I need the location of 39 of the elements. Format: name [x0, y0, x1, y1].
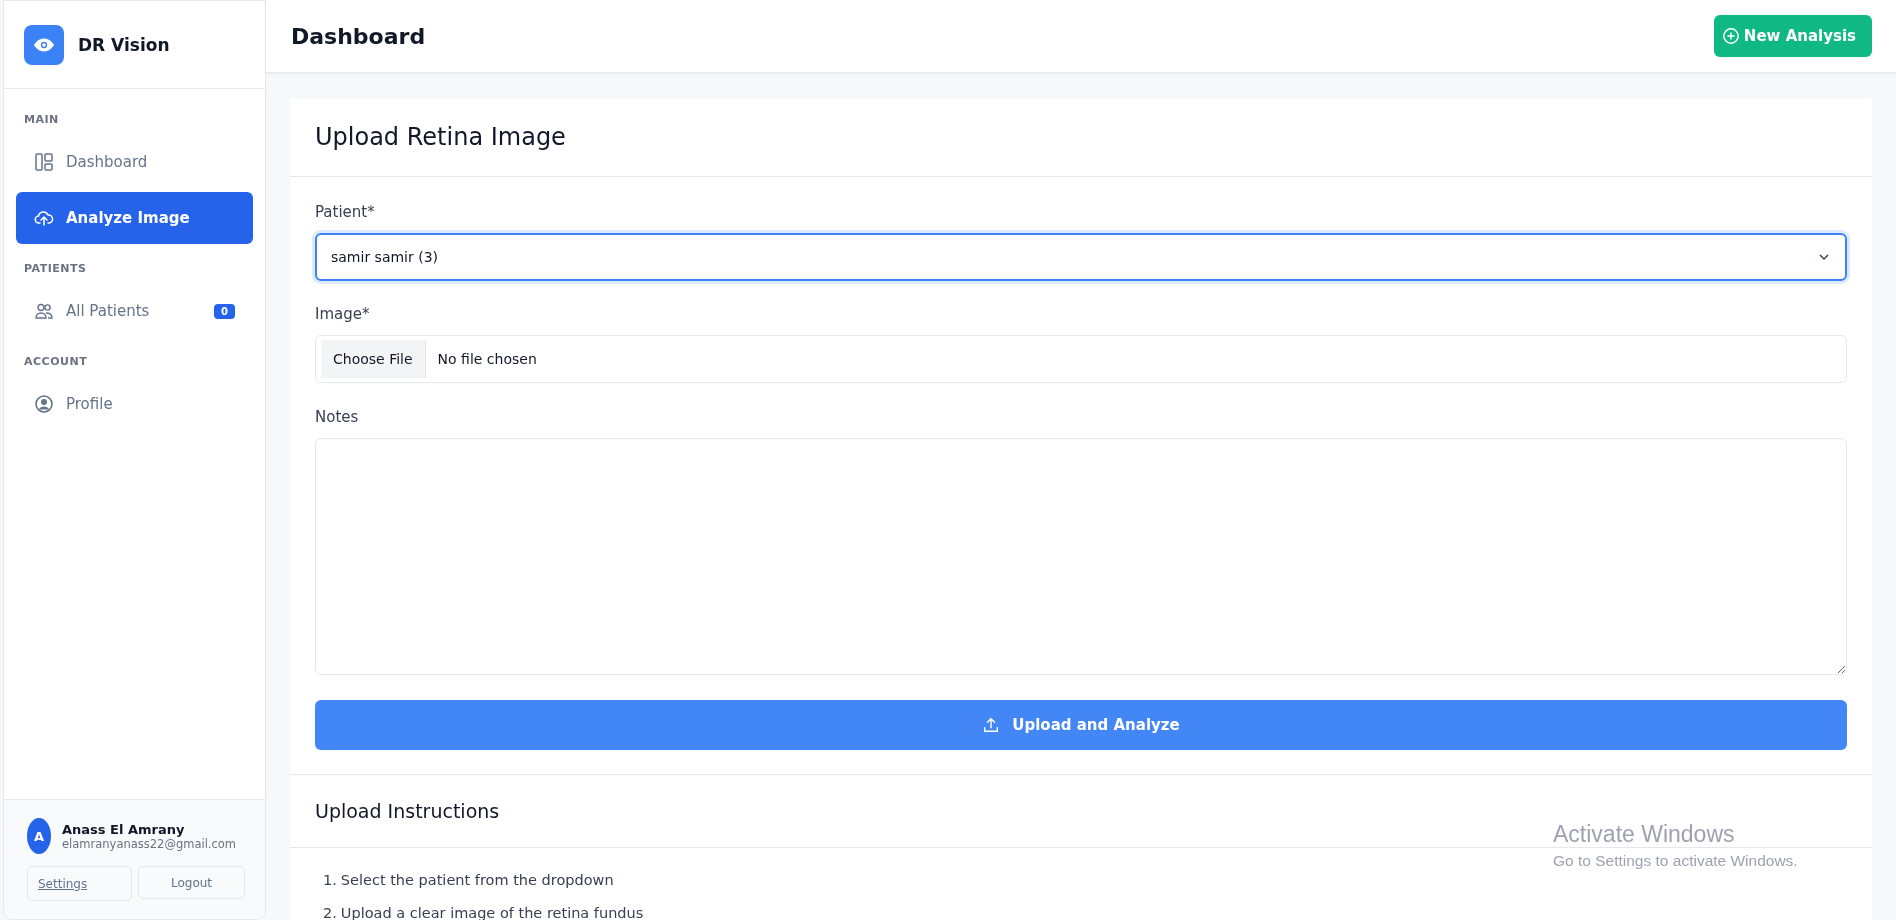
new-analysis-button[interactable]: New Analysis: [1713, 15, 1872, 57]
list-number: 2.: [323, 905, 337, 920]
activation-title: Activate Windows: [1553, 821, 1736, 848]
page-title: Dashboard: [291, 23, 426, 49]
users-icon: [34, 301, 54, 321]
brand-name: DR Vision: [78, 34, 170, 55]
instruction-text: Select the patient from the dropdown: [340, 872, 614, 888]
settings-link[interactable]: Settings: [27, 866, 132, 901]
cloud-upload-icon: [34, 208, 54, 228]
file-status: No file chosen: [437, 351, 537, 367]
user-name: Anass El Amrany: [62, 821, 186, 837]
user-email: elamranyanass22@gmail.com: [62, 836, 237, 851]
field-label: Patient*: [315, 203, 376, 221]
plus-circle-icon: [1721, 27, 1740, 45]
choose-file-button[interactable]: Choose File: [321, 340, 426, 378]
nav-section-title: MAIN: [23, 112, 60, 128]
upload-icon: [982, 716, 1001, 734]
nav-item[interactable]: All Patients 0: [16, 285, 253, 337]
logout-button[interactable]: Logout: [138, 866, 245, 899]
field-label: Image*: [315, 305, 371, 323]
nav-item[interactable]: Profile: [16, 378, 253, 430]
user-circle-icon: [34, 394, 54, 414]
avatar: A: [27, 818, 51, 854]
section-title: Upload Instructions: [315, 800, 500, 822]
upload-analyze-button[interactable]: Upload and Analyze: [315, 700, 1847, 750]
file-input[interactable]: Choose File No file chosen: [315, 335, 1847, 383]
eye-logo-icon: [24, 24, 64, 65]
list-number: 1.: [323, 872, 337, 888]
activation-message: Go to Settings to activate Windows.: [1553, 852, 1798, 870]
nav-item[interactable]: Dashboard: [16, 136, 253, 188]
card-title: Upload Retina Image: [315, 123, 566, 151]
count-badge: 0: [214, 303, 235, 319]
field-label: Notes: [315, 408, 360, 426]
nav-section-title: PATIENTS: [23, 261, 88, 277]
notes-field[interactable]: [315, 438, 1847, 675]
nav-section-title: ACCOUNT: [23, 354, 89, 370]
layout-icon: [34, 152, 54, 172]
patient-select[interactable]: samir samir (3): [315, 233, 1847, 281]
nav-item[interactable]: Analyze Image: [16, 192, 253, 244]
